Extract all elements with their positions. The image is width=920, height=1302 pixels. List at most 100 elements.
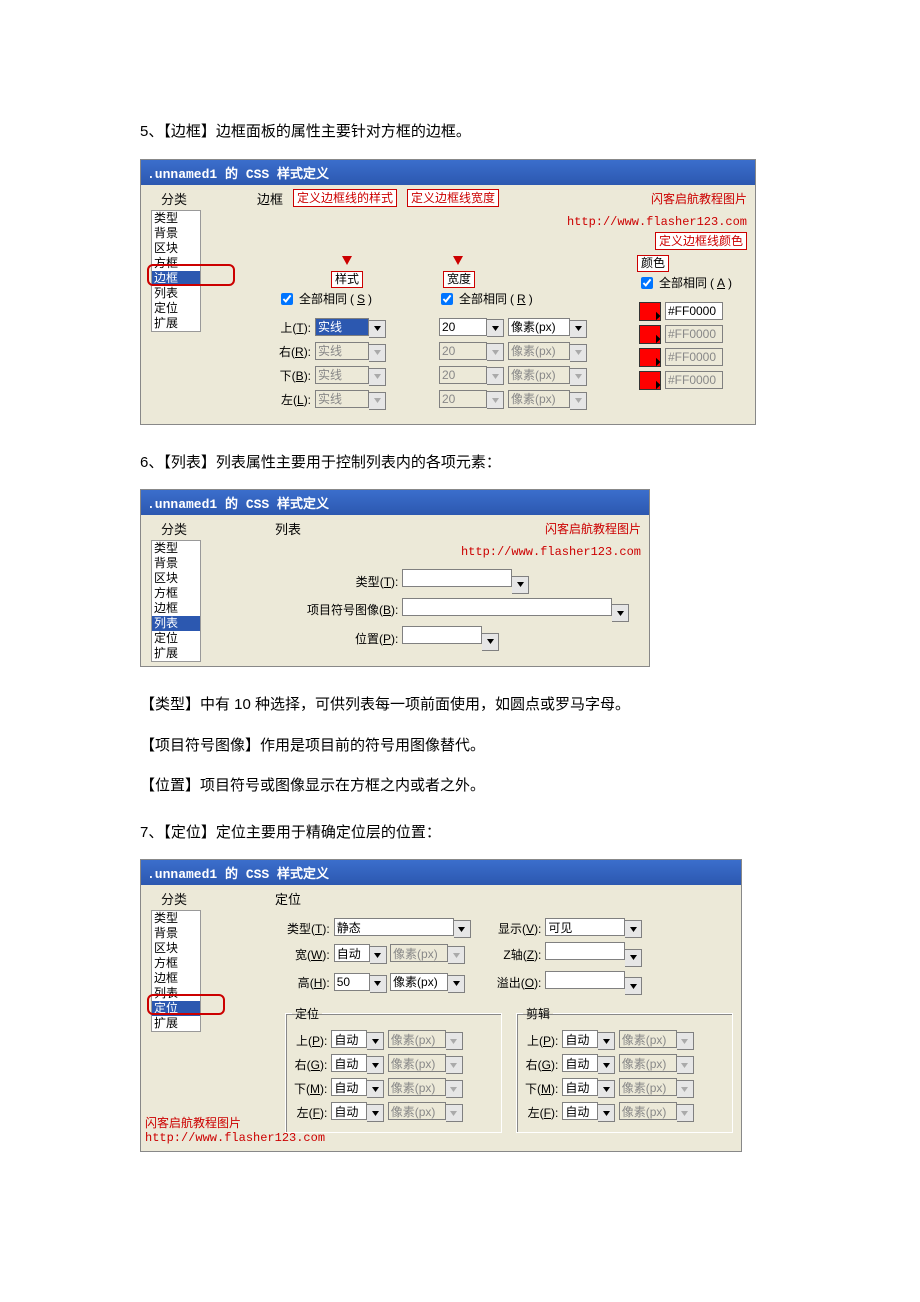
chevron-down-icon (369, 344, 386, 362)
cat-pos[interactable]: 定位 (152, 301, 200, 316)
chevron-down-icon[interactable] (625, 977, 642, 995)
list-position[interactable] (402, 626, 482, 644)
width-bottom: 20 (439, 366, 487, 384)
cat-bg[interactable]: 背景 (152, 226, 200, 241)
chevron-down-icon (487, 343, 504, 361)
clip-left[interactable]: 自动 (562, 1102, 598, 1120)
clip-bottom[interactable]: 自动 (562, 1078, 598, 1096)
cat-type[interactable]: 类型 (152, 211, 200, 226)
callout-style: 定义边框线的样式 (293, 189, 397, 207)
chevron-down-icon[interactable] (370, 975, 387, 993)
all-same-width[interactable]: 全部相同(R) (437, 290, 617, 308)
pos-height[interactable]: 50 (334, 973, 370, 991)
pos-width-unit: 像素(px) (390, 944, 448, 962)
width-left: 20 (439, 390, 487, 408)
pos-height-unit[interactable]: 像素(px) (390, 973, 448, 991)
list-type[interactable] (402, 569, 512, 587)
chevron-down-icon (570, 344, 587, 362)
chevron-down-icon[interactable] (512, 576, 529, 594)
panel-title-border: 边框 (257, 189, 291, 208)
cat-border[interactable]: 边框 (152, 601, 200, 616)
style-top[interactable]: 实线 (315, 318, 369, 336)
cat-border[interactable]: 边框 (152, 271, 200, 286)
cat-box[interactable]: 方框 (152, 586, 200, 601)
note-type: 【类型】中有 10 种选择，可供列表每一项前面使用，如圆点或罗马字母。 (140, 691, 790, 720)
cat-border[interactable]: 边框 (152, 971, 200, 986)
category-list[interactable]: 类型 背景 区块 方框 边框 列表 定位 扩展 (151, 540, 201, 662)
clip-right[interactable]: 自动 (562, 1054, 598, 1072)
all-same-style[interactable]: 全部相同(S) (277, 290, 417, 308)
all-same-color[interactable]: 全部相同(A) (637, 274, 747, 292)
cat-pos[interactable]: 定位 (152, 631, 200, 646)
chevron-down-icon[interactable] (612, 604, 629, 622)
unit-left: 像素(px) (508, 390, 570, 408)
section6-heading: 6、【列表】列表属性主要用于控制列表内的各项元素： (140, 449, 790, 478)
chevron-down-icon[interactable] (369, 320, 386, 338)
note-bullet: 【项目符号图像】作用是项目前的符号用图像替代。 (140, 732, 790, 761)
cat-type[interactable]: 类型 (152, 541, 200, 556)
chevron-down-icon[interactable] (487, 319, 504, 337)
cat-ext[interactable]: 扩展 (152, 646, 200, 661)
cat-bg[interactable]: 背景 (152, 926, 200, 941)
color-left: #FF0000 (665, 371, 723, 389)
unit-top[interactable]: 像素(px) (508, 318, 570, 336)
chevron-down-icon[interactable] (625, 920, 642, 938)
cat-list[interactable]: 列表 (152, 616, 200, 631)
color-top[interactable]: #FF0000 (665, 302, 723, 320)
width-top[interactable]: 20 (439, 318, 487, 336)
border-dialog: .unnamed1 的 CSS 样式定义 分类 类型 背景 区块 方框 边框 列… (140, 159, 756, 425)
pos-right[interactable]: 自动 (331, 1054, 367, 1072)
cat-ext[interactable]: 扩展 (152, 1016, 200, 1031)
cat-box[interactable]: 方框 (152, 956, 200, 971)
color-swatch[interactable] (639, 302, 661, 321)
cat-list[interactable]: 列表 (152, 286, 200, 301)
grp-style: 样式 (331, 271, 363, 288)
color-swatch[interactable] (639, 371, 661, 390)
clip-top[interactable]: 自动 (562, 1030, 598, 1048)
cat-list[interactable]: 列表 (152, 986, 200, 1001)
cat-ext[interactable]: 扩展 (152, 316, 200, 331)
list-dialog: .unnamed1 的 CSS 样式定义 分类 类型 背景 区块 方框 边框 列… (140, 489, 650, 667)
chevron-down-icon[interactable] (625, 949, 642, 967)
pos-type[interactable]: 静态 (334, 918, 454, 936)
cat-pos[interactable]: 定位 (152, 1001, 200, 1016)
cat-bg[interactable]: 背景 (152, 556, 200, 571)
section7-heading: 7、【定位】定位主要用于精确定位层的位置： (140, 819, 790, 848)
cat-box[interactable]: 方框 (152, 256, 200, 271)
chevron-down-icon[interactable] (448, 975, 465, 993)
chevron-down-icon[interactable] (482, 633, 499, 651)
grp-width: 宽度 (443, 271, 475, 288)
watermark-url: http://www.flasher123.com (461, 545, 641, 559)
chevron-down-icon[interactable] (454, 920, 471, 938)
watermark-url: http://www.flasher123.com (567, 215, 747, 229)
chevron-down-icon (369, 368, 386, 386)
cat-block[interactable]: 区块 (152, 241, 200, 256)
pos-left[interactable]: 自动 (331, 1102, 367, 1120)
color-right: #FF0000 (665, 325, 723, 343)
chevron-down-icon (487, 367, 504, 385)
pos-z[interactable] (545, 942, 625, 960)
pos-width[interactable]: 自动 (334, 944, 370, 962)
sidebar-label: 分类 (141, 515, 271, 540)
cat-type[interactable]: 类型 (152, 911, 200, 926)
category-list[interactable]: 类型 背景 区块 方框 边框 列表 定位 扩展 (151, 910, 201, 1032)
color-swatch[interactable] (639, 325, 661, 344)
list-bullet[interactable] (402, 598, 612, 616)
pos-visibility[interactable]: 可见 (545, 918, 625, 936)
cat-block[interactable]: 区块 (152, 571, 200, 586)
chevron-down-icon (448, 946, 465, 964)
pos-top[interactable]: 自动 (331, 1030, 367, 1048)
pos-group: 定位 上(P): 自动 像素(px) 右(G): 自动 像素(px) 下(M):… (285, 1005, 502, 1133)
chevron-down-icon[interactable] (370, 946, 387, 964)
arrow-icon (342, 256, 352, 270)
category-list[interactable]: 类型 背景 区块 方框 边框 列表 定位 扩展 (151, 210, 201, 332)
chevron-down-icon[interactable] (570, 320, 587, 338)
sidebar-label: 分类 (141, 885, 271, 910)
grp-color: 颜色 (637, 255, 669, 272)
pos-overflow[interactable] (545, 971, 625, 989)
chevron-down-icon[interactable] (367, 1032, 384, 1050)
cat-block[interactable]: 区块 (152, 941, 200, 956)
color-swatch[interactable] (639, 348, 661, 367)
pos-bottom[interactable]: 自动 (331, 1078, 367, 1096)
dialog-title: .unnamed1 的 CSS 样式定义 (141, 860, 741, 885)
